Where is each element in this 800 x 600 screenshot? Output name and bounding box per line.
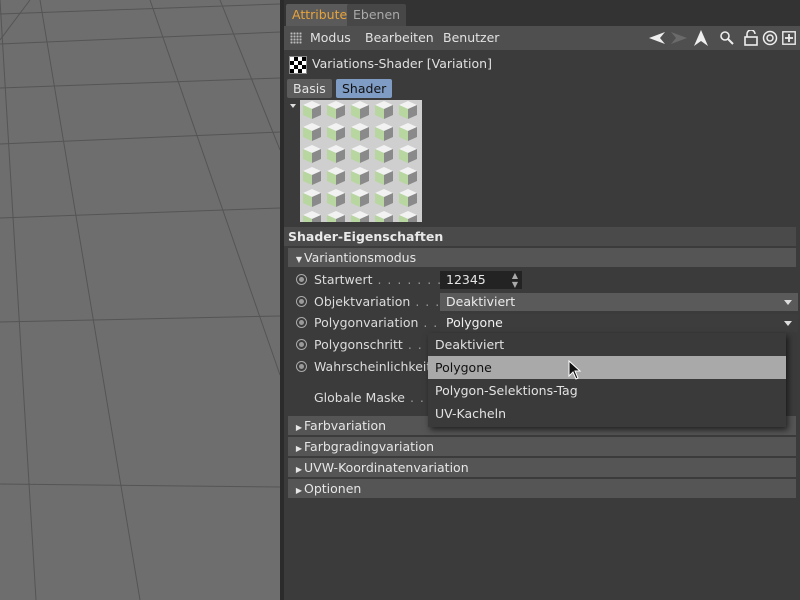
- back-arrow-icon[interactable]: [648, 29, 666, 47]
- subtab-shader[interactable]: Shader: [336, 79, 393, 98]
- subtab-basis[interactable]: Basis: [287, 79, 332, 98]
- section-shader-eigenschaften: Shader-Eigenschaften: [284, 227, 796, 246]
- shader-preview: [300, 100, 422, 222]
- chevron-down-icon: [784, 300, 792, 305]
- animate-radio-icon[interactable]: [296, 296, 307, 307]
- spinner-icon[interactable]: ▲ ▼: [512, 271, 518, 289]
- checkerboard-shader-icon: [289, 56, 307, 74]
- group-label: Variantionsmodus: [304, 250, 417, 265]
- up-arrow-icon[interactable]: [692, 29, 710, 47]
- target-icon[interactable]: [761, 29, 779, 47]
- collapsed-triangle-icon: ▶: [295, 465, 303, 474]
- group-uvw-koordinatenvariation[interactable]: ▶ UVW-Koordinatenvariation: [288, 458, 796, 477]
- new-panel-icon[interactable]: [780, 29, 798, 47]
- param-label: Wahrscheinlichkeit: [314, 359, 432, 374]
- group-optionen[interactable]: ▶ Optionen: [288, 479, 796, 498]
- dropdown-option-polygone[interactable]: Polygone: [428, 356, 786, 379]
- animate-radio-icon[interactable]: [296, 339, 307, 350]
- dropdown-option-polygon-selektions-tag[interactable]: Polygon-Selektions-Tag: [428, 379, 786, 402]
- param-polygonvariation: Polygonvariation . . Polygone: [296, 314, 798, 334]
- group-label: Farbvariation: [304, 418, 387, 433]
- polygonvariation-select[interactable]: Polygone: [440, 314, 798, 332]
- group-label: UVW-Koordinatenvariation: [304, 460, 469, 475]
- panel-tabbar: Attribute Ebenen: [284, 0, 800, 26]
- param-label: Objektvariation . . .: [314, 294, 441, 309]
- cube-pattern-image: [300, 100, 422, 222]
- mouse-cursor-icon: [568, 360, 582, 380]
- chevron-down-icon: [784, 321, 792, 326]
- menubar: Modus Bearbeiten Benutzer: [284, 26, 800, 50]
- dropdown-option-uv-kacheln[interactable]: UV-Kacheln: [428, 402, 786, 425]
- tab-attribute[interactable]: Attribute: [286, 4, 354, 26]
- animate-radio-icon[interactable]: [296, 274, 307, 285]
- group-farbgradingvariation[interactable]: ▶ Farbgradingvariation: [288, 437, 796, 456]
- forward-arrow-icon[interactable]: [670, 29, 688, 47]
- animate-radio-icon[interactable]: [296, 361, 307, 372]
- group-variationsmodus[interactable]: ▼ Variantionsmodus: [288, 248, 796, 267]
- polygonvariation-dropdown: Deaktiviert Polygone Polygon-Selektions-…: [428, 333, 786, 427]
- viewport-grid: [0, 0, 280, 600]
- param-label: Polygonschritt . . . .: [314, 337, 443, 352]
- menu-benutzer[interactable]: Benutzer: [443, 26, 499, 50]
- object-header: Variations-Shader [Variation]: [284, 53, 800, 75]
- param-polygonschritt: Polygonschritt . . . .: [296, 336, 442, 356]
- param-label: Polygonvariation . .: [314, 315, 439, 330]
- dropdown-option-deaktiviert[interactable]: Deaktiviert: [428, 333, 786, 356]
- objektvariation-select[interactable]: Deaktiviert: [440, 293, 798, 311]
- attribute-panel: Attribute Ebenen Modus Bearbeiten Benutz…: [284, 0, 800, 600]
- search-icon[interactable]: [718, 29, 736, 47]
- animate-radio-icon[interactable]: [296, 317, 307, 328]
- menu-modus[interactable]: Modus: [310, 26, 351, 50]
- expanded-triangle-icon: ▼: [295, 255, 303, 264]
- group-label: Optionen: [304, 481, 362, 496]
- collapsed-triangle-icon: ▶: [295, 486, 303, 495]
- tab-ebenen[interactable]: Ebenen: [347, 4, 407, 26]
- param-globale-maske: Globale Maske . . . .: [296, 389, 444, 409]
- preview-collapse-icon[interactable]: [290, 104, 296, 108]
- menu-bearbeiten[interactable]: Bearbeiten: [365, 26, 434, 50]
- param-startwert: Startwert . . . . . . . . . 12345 ▲ ▼: [296, 271, 796, 291]
- grip-icon[interactable]: [290, 32, 302, 44]
- object-title: Variations-Shader [Variation]: [312, 56, 492, 71]
- param-label: Globale Maske . . . .: [314, 390, 445, 405]
- 3d-viewport[interactable]: [0, 0, 280, 600]
- group-label: Farbgradingvariation: [304, 439, 435, 454]
- collapsed-triangle-icon: ▶: [295, 423, 303, 432]
- param-wahrscheinlichkeit: Wahrscheinlichkeit: [296, 358, 436, 378]
- lock-icon[interactable]: [742, 29, 760, 47]
- startwert-input[interactable]: 12345 ▲ ▼: [440, 271, 522, 289]
- collapsed-triangle-icon: ▶: [295, 444, 303, 453]
- param-objektvariation: Objektvariation . . . Deaktiviert: [296, 293, 798, 313]
